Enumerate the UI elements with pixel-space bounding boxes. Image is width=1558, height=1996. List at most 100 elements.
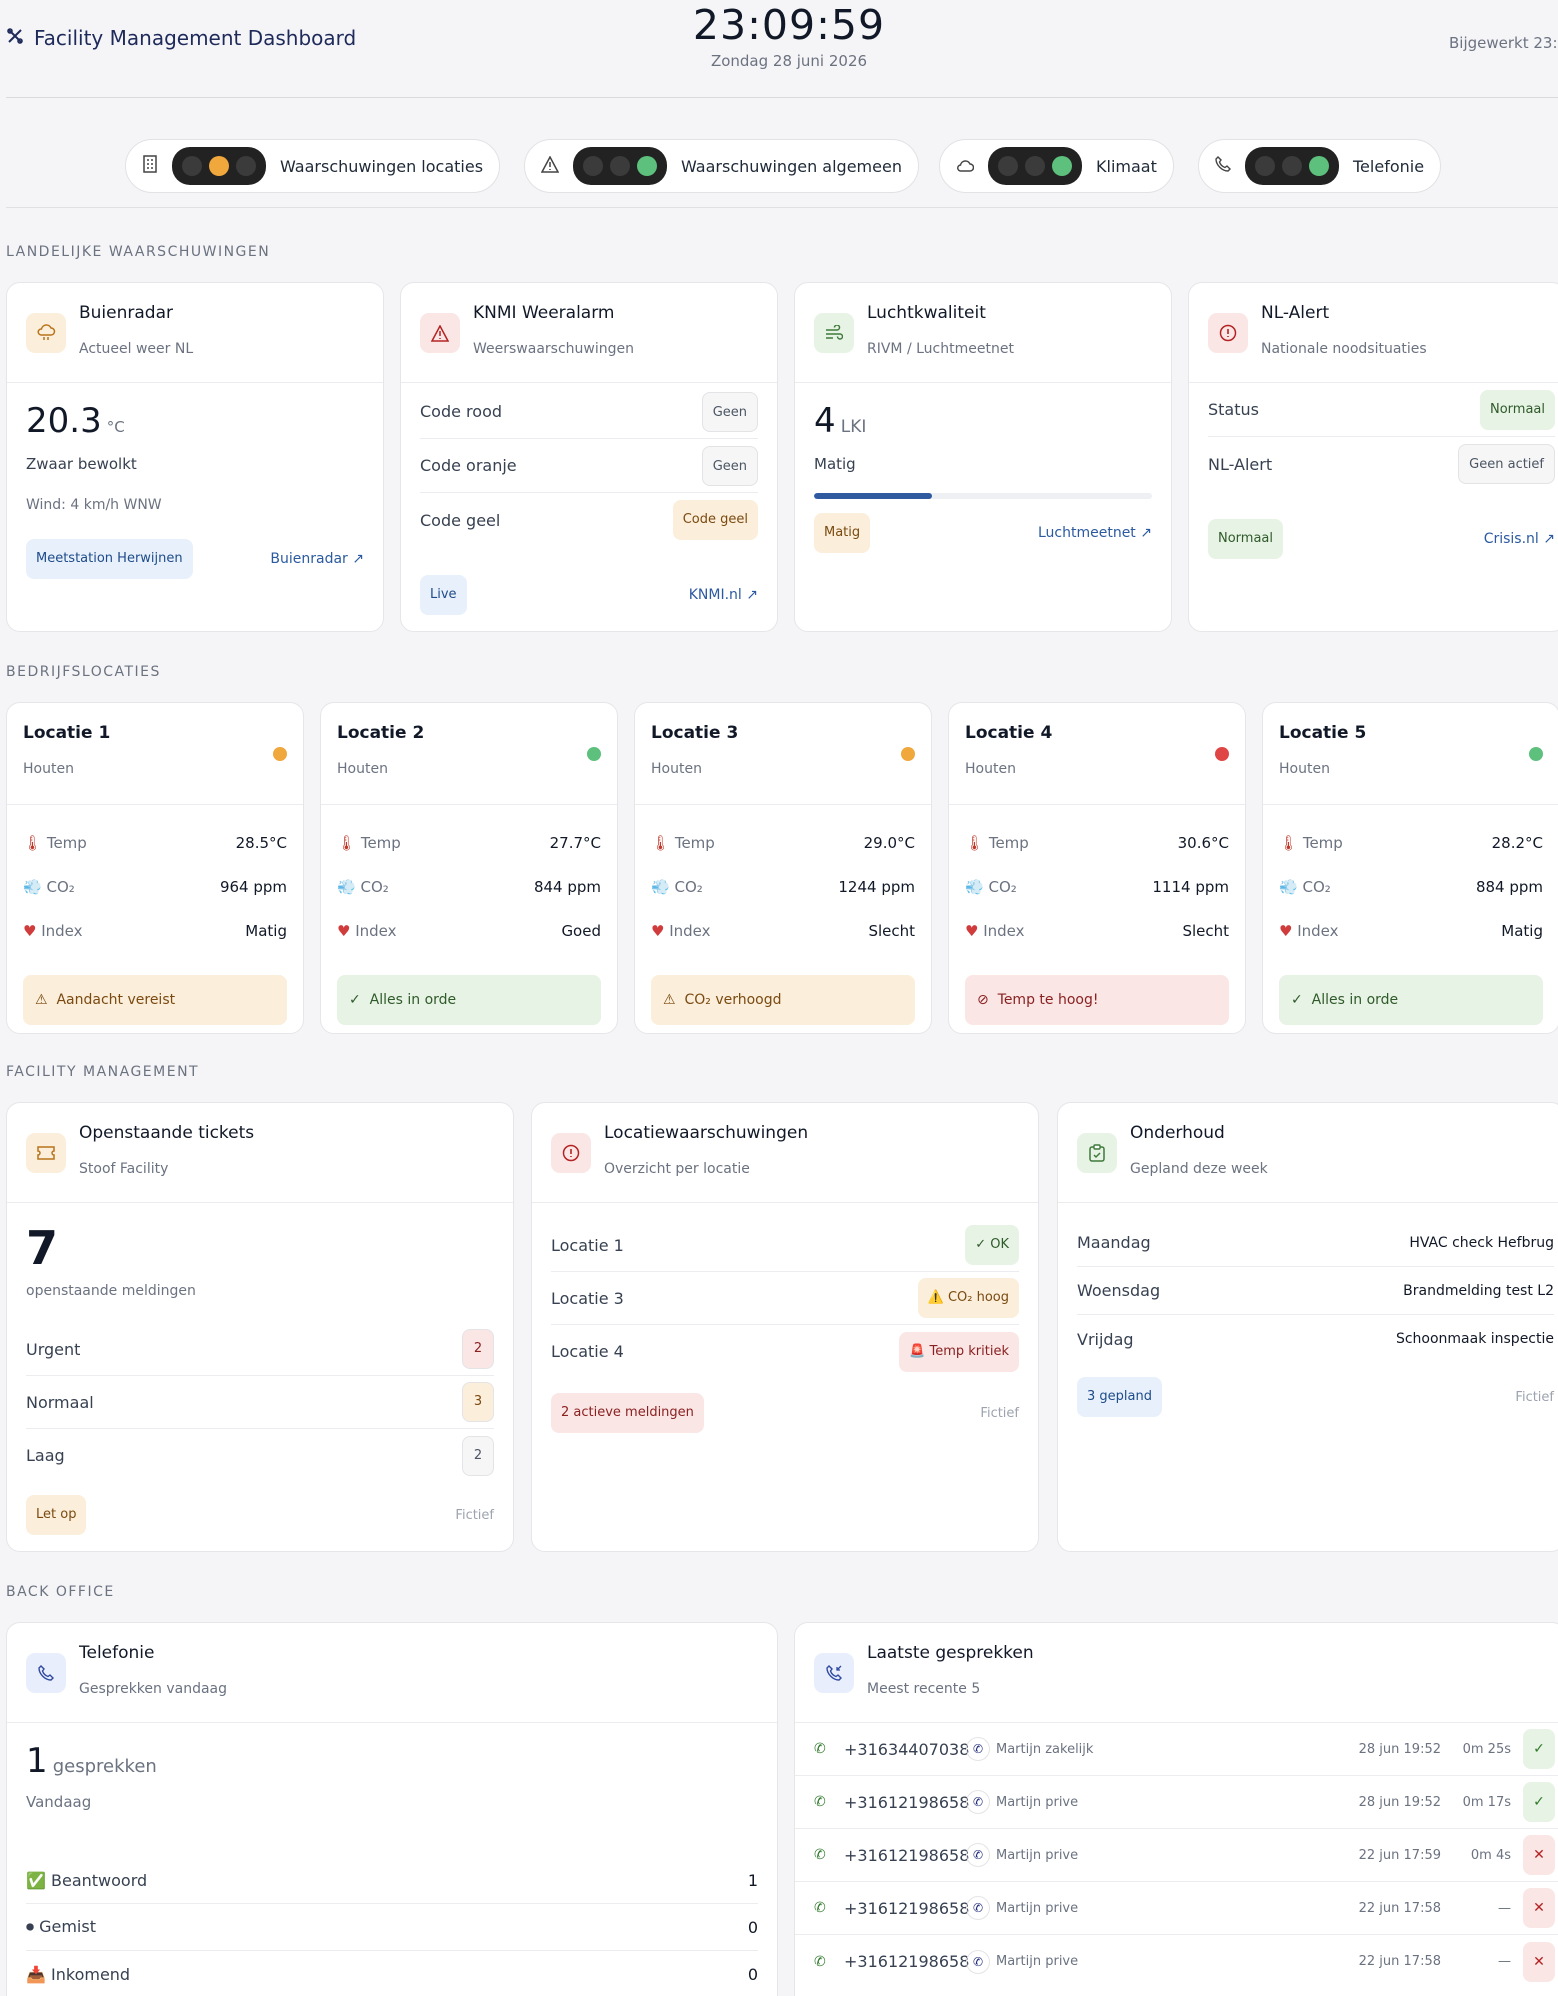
call-duration: — — [1498, 1900, 1511, 1916]
status-text: CO₂ verhoogd — [684, 992, 782, 1008]
row-label: Code oranje — [420, 456, 517, 475]
clock: 23:09:59 Zondag 28 juni 2026 — [586, 0, 992, 70]
light-red — [1255, 156, 1275, 176]
external-link-icon: ↗ — [1543, 531, 1555, 547]
clock-date: Zondag 28 juni 2026 — [710, 52, 868, 70]
call-period: Vandaag — [26, 1793, 92, 1811]
card-footer: Live KNMI.nl ↗ — [420, 575, 758, 615]
phone-call-icon: ✆ — [814, 1953, 826, 1970]
status-pill-locations[interactable]: Waarschuwingen locaties — [125, 139, 501, 193]
call-row[interactable]: ✆ +31634407038 ✆ Martijn zakelijk 28 jun 19:… — [795, 1723, 1558, 1776]
card-header: Laatste gesprekken Meest recente 5 — [795, 1623, 1558, 1723]
maintenance-row[interactable]: Vrijdag Schoonmaak inspectie — [1077, 1315, 1554, 1363]
warning-row-location-3[interactable]: Locatie 3 ⚠️ CO₂ hoog — [551, 1272, 1019, 1325]
ticket-row-urgent[interactable]: Urgent 2 — [26, 1323, 494, 1376]
location-card[interactable]: Locatie 2 Houten 🌡 Temp 27.7°C 💨 CO₂ 844 ppm ♥… — [320, 702, 618, 1034]
row-label: Normaal — [26, 1392, 94, 1412]
row-badge: Code geel — [672, 500, 758, 540]
warning-icon: ⚠ — [663, 992, 676, 1008]
call-row[interactable]: ✆ +31612198658 ✆ Martijn prive 22 jun 17:58—… — [795, 1882, 1558, 1935]
row-label: Vrijdag — [1077, 1329, 1134, 1349]
status-dot — [901, 747, 915, 761]
maintenance-row[interactable]: Woensdag Brandmelding test L2 — [1077, 1267, 1554, 1315]
status-dot — [1529, 747, 1543, 761]
row-value: 1 — [747, 1870, 758, 1890]
card-footer: Normaal Crisis.nl ↗ — [1208, 519, 1555, 559]
location-card[interactable]: Locatie 5 Houten 🌡 Temp 28.2°C 💨 CO₂ 884 ppm ♥… — [1262, 702, 1558, 1034]
brand[interactable]: Facility Management Dashboard — [6, 26, 356, 50]
status-pill-climate[interactable]: Klimaat — [939, 139, 1174, 193]
status-pill-label: Waarschuwingen locaties — [280, 156, 484, 176]
location-metrics: 🌡 Temp 30.6°C 💨 CO₂ 1114 ppm ♥ Index Slecht — [965, 821, 1229, 953]
status-pill-general[interactable]: Waarschuwingen algemeen — [524, 139, 919, 193]
knmi-link[interactable]: KNMI.nl ↗ — [689, 587, 758, 603]
warning-row-location-1[interactable]: Locatie 1 ✓ OK — [551, 1219, 1019, 1272]
building-icon — [142, 155, 158, 177]
card-header: Buienradar Actueel weer NL — [7, 283, 383, 383]
card-header: NL-Alert Nationale noodsituaties — [1189, 283, 1558, 383]
external-link-icon: ↗ — [1140, 525, 1152, 541]
light-green — [1309, 156, 1329, 176]
traffic-light — [573, 147, 667, 185]
row-label: Woensdag — [1077, 1281, 1161, 1300]
location-city: Houten — [651, 761, 702, 777]
card-subtitle: Actueel weer NL — [79, 341, 194, 357]
metric-index: ♥ Index Matig — [1279, 909, 1543, 953]
card-subtitle: RIVM / Luchtmeetnet — [867, 341, 1014, 357]
card-header: Locatie 1 Houten — [7, 703, 303, 805]
buienradar-link[interactable]: Buienradar ↗ — [270, 551, 364, 567]
metric-temp: 🌡 Temp 30.6°C — [965, 821, 1229, 865]
progress-fill — [814, 493, 933, 499]
luchtmeetnet-link[interactable]: Luchtmeetnet ↗ — [1038, 525, 1152, 541]
location-name: Locatie 2 — [337, 723, 425, 743]
call-date: 22 jun 17:58 — [1358, 1900, 1441, 1916]
row-value: Brandmelding test L2 — [1403, 1282, 1554, 1299]
status-pill-telephony[interactable]: Telefonie — [1198, 139, 1442, 193]
metric-temp: 🌡 Temp 28.5°C — [23, 821, 287, 865]
metric-label: Index — [669, 922, 711, 940]
air-quality-progress — [814, 493, 1152, 499]
metric-label: Index — [983, 922, 1025, 940]
metric-index: ♥ Index Matig — [23, 909, 287, 953]
card-subtitle: Overzicht per locatie — [604, 1161, 750, 1177]
call-row[interactable]: ✆ +31612198658 ✆ Martijn prive 22 jun 17:58—… — [795, 1935, 1558, 1988]
light-orange — [1025, 156, 1045, 176]
air-quality-description: Matig — [814, 455, 856, 473]
location-card[interactable]: Locatie 3 Houten 🌡 Temp 29.0°C 💨 CO₂ 1244 ppm… — [634, 702, 932, 1034]
call-count: 1 — [26, 1741, 48, 1781]
row-label: Status — [1208, 400, 1259, 419]
air-quality-body: 4 LKI Matig — [814, 401, 1152, 499]
warning-row-location-4[interactable]: Locatie 4 🚨 Temp kritiek — [551, 1325, 1019, 1378]
maintenance-row[interactable]: Maandag HVAC check Hefbrug — [1077, 1219, 1554, 1267]
heart-icon: ♥ — [23, 922, 37, 940]
location-name: Locatie 5 — [1279, 723, 1367, 743]
ticket-summary: 7 openstaande meldingen — [26, 1221, 494, 1299]
phone-call-icon: ✆ — [814, 1847, 826, 1863]
location-warning-list: Locatie 1 ✓ OK Locatie 3 ⚠️ CO₂ hoog Locat… — [551, 1219, 1019, 1378]
metric-co2: 💨 CO₂ 844 ppm — [337, 865, 601, 909]
ticket-row-normal[interactable]: Normaal 3 — [26, 1376, 494, 1429]
location-card[interactable]: Locatie 4 Houten 🌡 Temp 30.6°C 💨 CO₂ 1114 ppm… — [948, 702, 1246, 1034]
co2-icon: 💨 — [965, 878, 984, 896]
location-city: Houten — [23, 761, 74, 777]
location-metrics: 🌡 Temp 29.0°C 💨 CO₂ 1244 ppm ♥ Index Slecht — [651, 821, 915, 953]
ticket-row-low[interactable]: Laag 2 — [26, 1429, 494, 1482]
location-card[interactable]: Locatie 1 Houten 🌡 Temp 28.5°C 💨 CO₂ 964 ppm ♥… — [6, 702, 304, 1034]
lki-value: 4 — [814, 401, 836, 441]
ticket-badge: Let op — [26, 1495, 87, 1535]
knmi-card: KNMI Weeralarm Weerswaarschuwingen Code … — [400, 282, 778, 632]
row-label: Locatie 1 — [551, 1235, 624, 1255]
call-row[interactable]: ✆ +31612198658 ✆ Martijn prive 28 jun 19:52 0… — [795, 1776, 1558, 1829]
app-title: Facility Management Dashboard — [34, 26, 357, 50]
crisis-link[interactable]: Crisis.nl ↗ — [1484, 531, 1555, 547]
nl-alert-card: NL-Alert Nationale noodsituaties Status N… — [1188, 282, 1558, 632]
metric-label: CO₂ — [360, 878, 389, 896]
traffic-light — [988, 147, 1082, 185]
location-metrics: 🌡 Temp 28.5°C 💨 CO₂ 964 ppm ♥ Index Matig — [23, 821, 287, 953]
metric-value: 30.6°C — [1177, 834, 1229, 852]
metric-value: Matig — [245, 922, 287, 940]
call-row[interactable]: ✆ +31612198658 ✆ Martijn prive 22 jun 17:59 0… — [795, 1829, 1558, 1882]
card-title: Locatiewaarschuwingen — [604, 1123, 809, 1143]
card-header: Luchtkwaliteit RIVM / Luchtmeetnet — [795, 283, 1171, 383]
metric-label: CO₂ — [674, 878, 703, 896]
